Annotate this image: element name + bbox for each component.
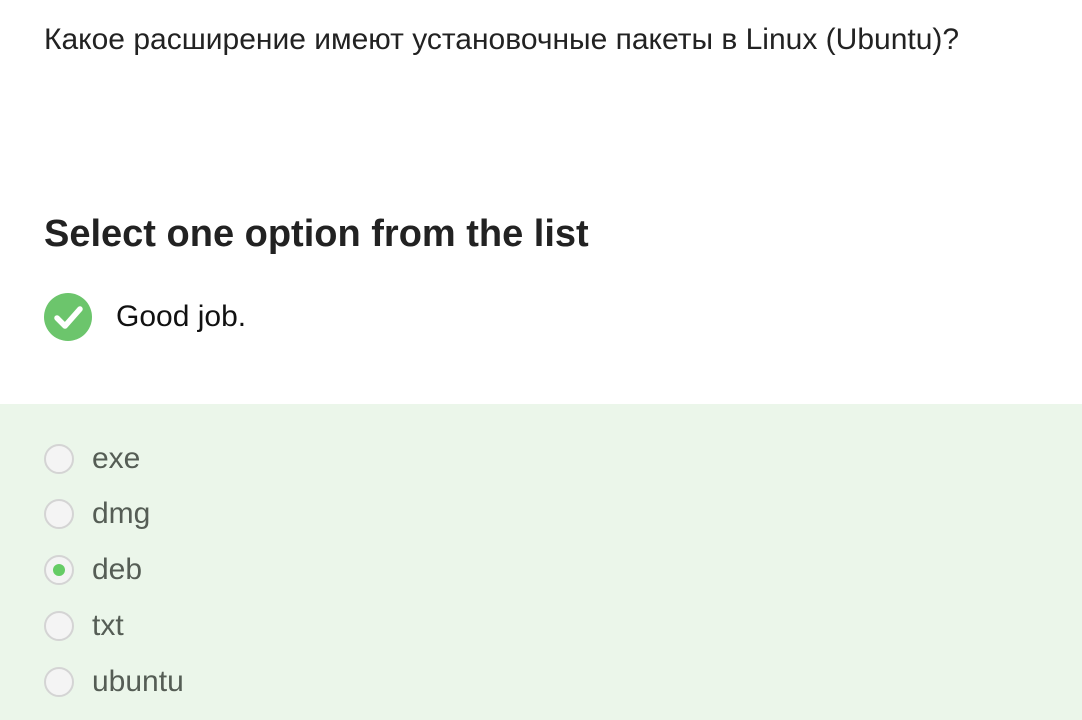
feedback-text: Good job. [116, 300, 247, 333]
feedback-message: Good job. [44, 293, 246, 341]
option-label: dmg [92, 497, 151, 530]
radio-button[interactable] [44, 611, 74, 641]
check-circle-icon [44, 293, 92, 341]
radio-button-selected[interactable] [44, 555, 74, 585]
option-label: ubuntu [92, 665, 184, 698]
option-label: deb [92, 553, 143, 586]
question-text: Какое расширение имеют установочные паке… [44, 23, 960, 56]
option-exe[interactable]: exe [44, 442, 140, 476]
option-deb[interactable]: deb [44, 553, 142, 587]
radio-button[interactable] [44, 444, 74, 474]
option-dmg[interactable]: dmg [44, 497, 150, 531]
instruction-heading: Select one option from the list [44, 213, 589, 255]
option-label: txt [92, 609, 124, 642]
option-txt[interactable]: txt [44, 609, 124, 643]
quiz-page: Какое расширение имеют установочные паке… [0, 0, 1082, 720]
options-panel: exe dmg deb txt ubuntu [0, 404, 1082, 720]
radio-button[interactable] [44, 499, 74, 529]
option-ubuntu[interactable]: ubuntu [44, 665, 184, 699]
radio-button[interactable] [44, 667, 74, 697]
option-label: exe [92, 442, 141, 475]
